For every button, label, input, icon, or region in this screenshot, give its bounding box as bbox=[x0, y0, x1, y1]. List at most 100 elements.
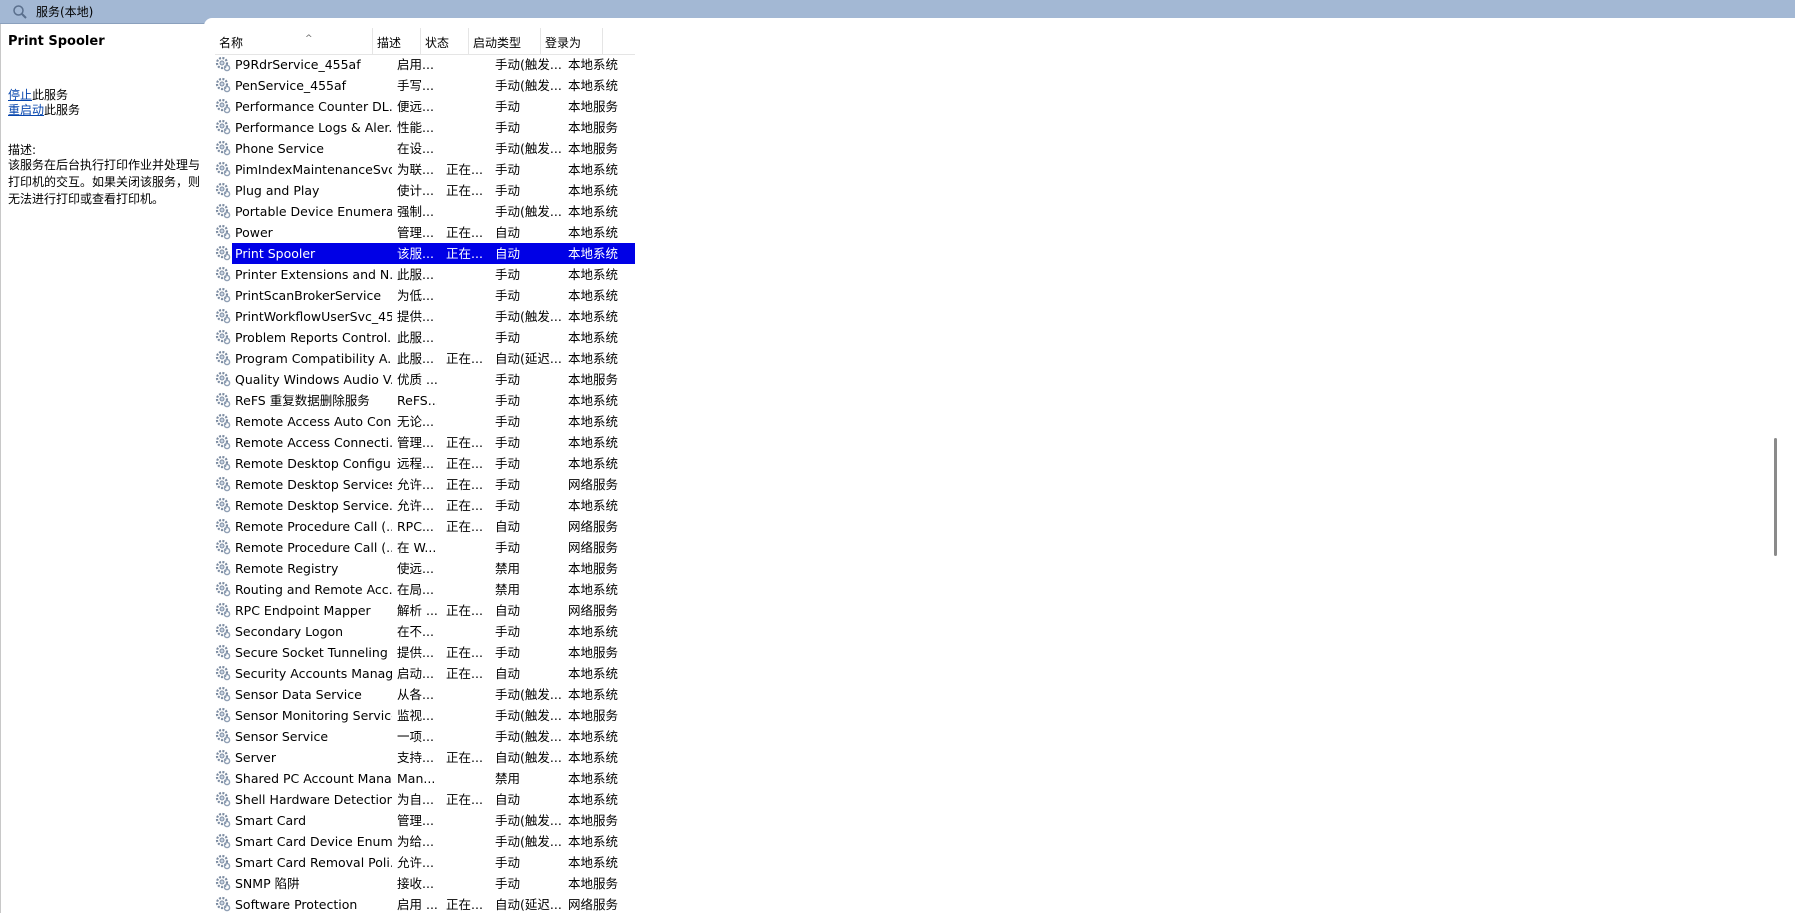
service-row[interactable]: SNMP 陷阱 接收... 手动 本地服务 bbox=[215, 873, 635, 894]
service-row[interactable]: PrintScanBrokerService 为低... 手动 本地系统 bbox=[215, 285, 635, 306]
service-logon-as: 本地系统 bbox=[568, 267, 619, 282]
service-row[interactable]: Power 管理... 正在... 自动 本地系统 bbox=[215, 222, 635, 243]
service-row[interactable]: Sensor Service 一项... 手动(触发... 本地系统 bbox=[215, 726, 635, 747]
service-row[interactable]: Smart Card Device Enum... 为给... 手动(触发... 本地… bbox=[215, 831, 635, 852]
restart-link[interactable]: 重启动 bbox=[8, 103, 44, 117]
service-row-cells: RPC Endpoint Mapper 解析 ... 正在... 自动 网络服务 bbox=[232, 600, 635, 621]
service-gear-icon bbox=[215, 812, 231, 828]
service-status: 正在... bbox=[446, 750, 482, 765]
service-row-cells: PimIndexMaintenanceSvc... 为联... 正在... 手动 本地系… bbox=[232, 159, 635, 180]
service-row[interactable]: Secondary Logon 在不... 手动 本地系统 bbox=[215, 621, 635, 642]
service-row[interactable]: ReFS 重复数据删除服务 ReFS... 手动 本地系统 bbox=[215, 390, 635, 411]
service-row[interactable]: Remote Registry 使远... 禁用 本地服务 bbox=[215, 558, 635, 579]
service-gear-icon bbox=[215, 119, 231, 135]
service-description-cell: 在局... bbox=[397, 582, 434, 597]
service-row-cells: Sensor Monitoring Service 监视... 手动(触发... 本地… bbox=[232, 705, 635, 726]
service-status: 正在... bbox=[446, 645, 482, 660]
service-name: Plug and Play bbox=[235, 183, 320, 198]
column-header-status[interactable]: 状态 bbox=[421, 28, 469, 54]
snapin-title: 服务(本地) bbox=[36, 5, 94, 19]
service-row[interactable]: Remote Procedure Call (... RPC... 正在... 自动 网… bbox=[215, 516, 635, 537]
service-logon-as: 本地服务 bbox=[568, 372, 619, 387]
service-row[interactable]: Software Protection 启用 ... 正在... 自动(延迟... 网络… bbox=[215, 894, 635, 915]
service-row[interactable]: Secure Socket Tunneling ... 提供... 正在... 手动 本… bbox=[215, 642, 635, 663]
service-name: Shell Hardware Detection bbox=[235, 792, 392, 807]
service-row[interactable]: Plug and Play 使计... 正在... 手动 本地系统 bbox=[215, 180, 635, 201]
service-startup-type: 禁用 bbox=[495, 561, 521, 576]
service-name: Remote Access Connecti... bbox=[235, 435, 392, 450]
service-row-cells: Remote Desktop Configu... 远程... 正在... 手动 本地系… bbox=[232, 453, 635, 474]
service-gear-icon bbox=[215, 539, 231, 555]
service-row[interactable]: Routing and Remote Acc... 在局... 禁用 本地系统 bbox=[215, 579, 635, 600]
service-startup-type: 手动(触发... bbox=[495, 708, 561, 723]
scrollbar-thumb[interactable] bbox=[1774, 438, 1777, 556]
service-gear-icon bbox=[215, 875, 231, 891]
service-row[interactable]: Shell Hardware Detection 为自... 正在... 自动 本地系统 bbox=[215, 789, 635, 810]
service-name: Smart Card Device Enum... bbox=[235, 834, 392, 849]
service-row[interactable]: Printer Extensions and N... 此服... 手动 本地系统 bbox=[215, 264, 635, 285]
service-row[interactable]: Remote Access Auto Con... 无论... 手动 本地系统 bbox=[215, 411, 635, 432]
service-row[interactable]: Shared PC Account Mana... Man... 禁用 本地系统 bbox=[215, 768, 635, 789]
service-row[interactable]: Problem Reports Control... 此服... 手动 本地系统 bbox=[215, 327, 635, 348]
service-row-cells: PrintWorkflowUserSvc_45... 提供... 手动(触发... 本… bbox=[232, 306, 635, 327]
service-gear-icon bbox=[215, 854, 231, 870]
service-status: 正在... bbox=[446, 456, 482, 471]
service-row[interactable]: RPC Endpoint Mapper 解析 ... 正在... 自动 网络服务 bbox=[215, 600, 635, 621]
column-header-logon-as[interactable]: 登录为 bbox=[541, 28, 603, 54]
service-gear-icon bbox=[215, 413, 231, 429]
service-row[interactable]: PenService_455af 手写... 手动(触发... 本地系统 bbox=[215, 75, 635, 96]
service-row[interactable]: Server 支持... 正在... 自动(触发... 本地系统 bbox=[215, 747, 635, 768]
service-row[interactable]: Remote Access Connecti... 管理... 正在... 手动 本地系… bbox=[215, 432, 635, 453]
service-name: ReFS 重复数据删除服务 bbox=[235, 393, 370, 408]
service-name: PrintWorkflowUserSvc_45... bbox=[235, 309, 392, 324]
service-row-cells: Smart Card Removal Poli... 允许... 手动 本地系统 bbox=[232, 852, 635, 873]
service-gear-icon bbox=[215, 140, 231, 156]
service-row[interactable]: Print Spooler 该服... 正在... 自动 本地系统 bbox=[215, 243, 635, 264]
service-status bbox=[446, 852, 482, 873]
service-gear-icon bbox=[215, 455, 231, 471]
service-row-cells: Remote Access Auto Con... 无论... 手动 本地系统 bbox=[232, 411, 635, 432]
service-row[interactable]: Portable Device Enumera... 强制... 手动(触发... 本… bbox=[215, 201, 635, 222]
service-name: Server bbox=[235, 750, 276, 765]
service-description-cell: 该服... bbox=[397, 246, 434, 261]
service-row[interactable]: Security Accounts Manag... 启动... 正在... 自动 本地… bbox=[215, 663, 635, 684]
service-description-cell: Man... bbox=[397, 771, 436, 786]
service-logon-as: 本地系统 bbox=[568, 57, 619, 72]
column-header-startup-type[interactable]: 启动类型 bbox=[469, 28, 541, 54]
service-row[interactable]: Smart Card 管理... 手动(触发... 本地服务 bbox=[215, 810, 635, 831]
service-gear-icon bbox=[215, 266, 231, 282]
service-row[interactable]: Remote Desktop Service... 允许... 正在... 手动 本地系… bbox=[215, 495, 635, 516]
column-header-name[interactable]: 名称 ^ bbox=[215, 28, 373, 54]
service-row-cells: Remote Procedure Call (... 在 W... 手动 网络服务 bbox=[232, 537, 635, 558]
restart-service-action: 重启动此服务 bbox=[8, 101, 80, 118]
service-row[interactable]: Sensor Data Service 从各... 手动(触发... 本地系统 bbox=[215, 684, 635, 705]
service-row[interactable]: Remote Desktop Services 允许... 正在... 手动 网络服务 bbox=[215, 474, 635, 495]
service-status: 正在... bbox=[446, 519, 482, 534]
service-row[interactable]: Phone Service 在设... 手动(触发... 本地服务 bbox=[215, 138, 635, 159]
service-logon-as: 本地系统 bbox=[568, 288, 619, 303]
service-status bbox=[446, 726, 482, 747]
service-row[interactable]: P9RdrService_455af 启用... 手动(触发... 本地系统 bbox=[215, 54, 635, 75]
service-row[interactable]: Sensor Monitoring Service 监视... 手动(触发... 本地… bbox=[215, 705, 635, 726]
service-name: Remote Desktop Configu... bbox=[235, 456, 392, 471]
service-gear-icon bbox=[215, 602, 231, 618]
service-status: 正在... bbox=[446, 477, 482, 492]
service-row[interactable]: Smart Card Removal Poli... 允许... 手动 本地系统 bbox=[215, 852, 635, 873]
service-row[interactable]: Performance Counter DL... 便远... 手动 本地服务 bbox=[215, 96, 635, 117]
service-row[interactable]: Performance Logs & Aler... 性能... 手动 本地服务 bbox=[215, 117, 635, 138]
service-startup-type: 手动 bbox=[495, 267, 521, 282]
service-description-cell: 在 W... bbox=[397, 540, 437, 555]
service-row[interactable]: Remote Procedure Call (... 在 W... 手动 网络服务 bbox=[215, 537, 635, 558]
service-row[interactable]: PrintWorkflowUserSvc_45... 提供... 手动(触发... 本… bbox=[215, 306, 635, 327]
stop-link[interactable]: 停止 bbox=[8, 88, 32, 102]
service-row[interactable]: PimIndexMaintenanceSvc... 为联... 正在... 手动 本地系… bbox=[215, 159, 635, 180]
service-name: Smart Card bbox=[235, 813, 307, 828]
vertical-scrollbar[interactable] bbox=[1774, 54, 1777, 909]
service-row[interactable]: Remote Desktop Configu... 远程... 正在... 手动 本地系… bbox=[215, 453, 635, 474]
column-header-description[interactable]: 描述 bbox=[373, 28, 421, 54]
service-row-cells: Plug and Play 使计... 正在... 手动 本地系统 bbox=[232, 180, 635, 201]
service-row[interactable]: Quality Windows Audio V... 优质 ... 手动 本地服务 bbox=[215, 369, 635, 390]
service-logon-as: 本地服务 bbox=[568, 645, 619, 660]
service-logon-as: 本地系统 bbox=[568, 729, 619, 744]
service-row[interactable]: Program Compatibility A... 此服... 正在... 自动(延… bbox=[215, 348, 635, 369]
